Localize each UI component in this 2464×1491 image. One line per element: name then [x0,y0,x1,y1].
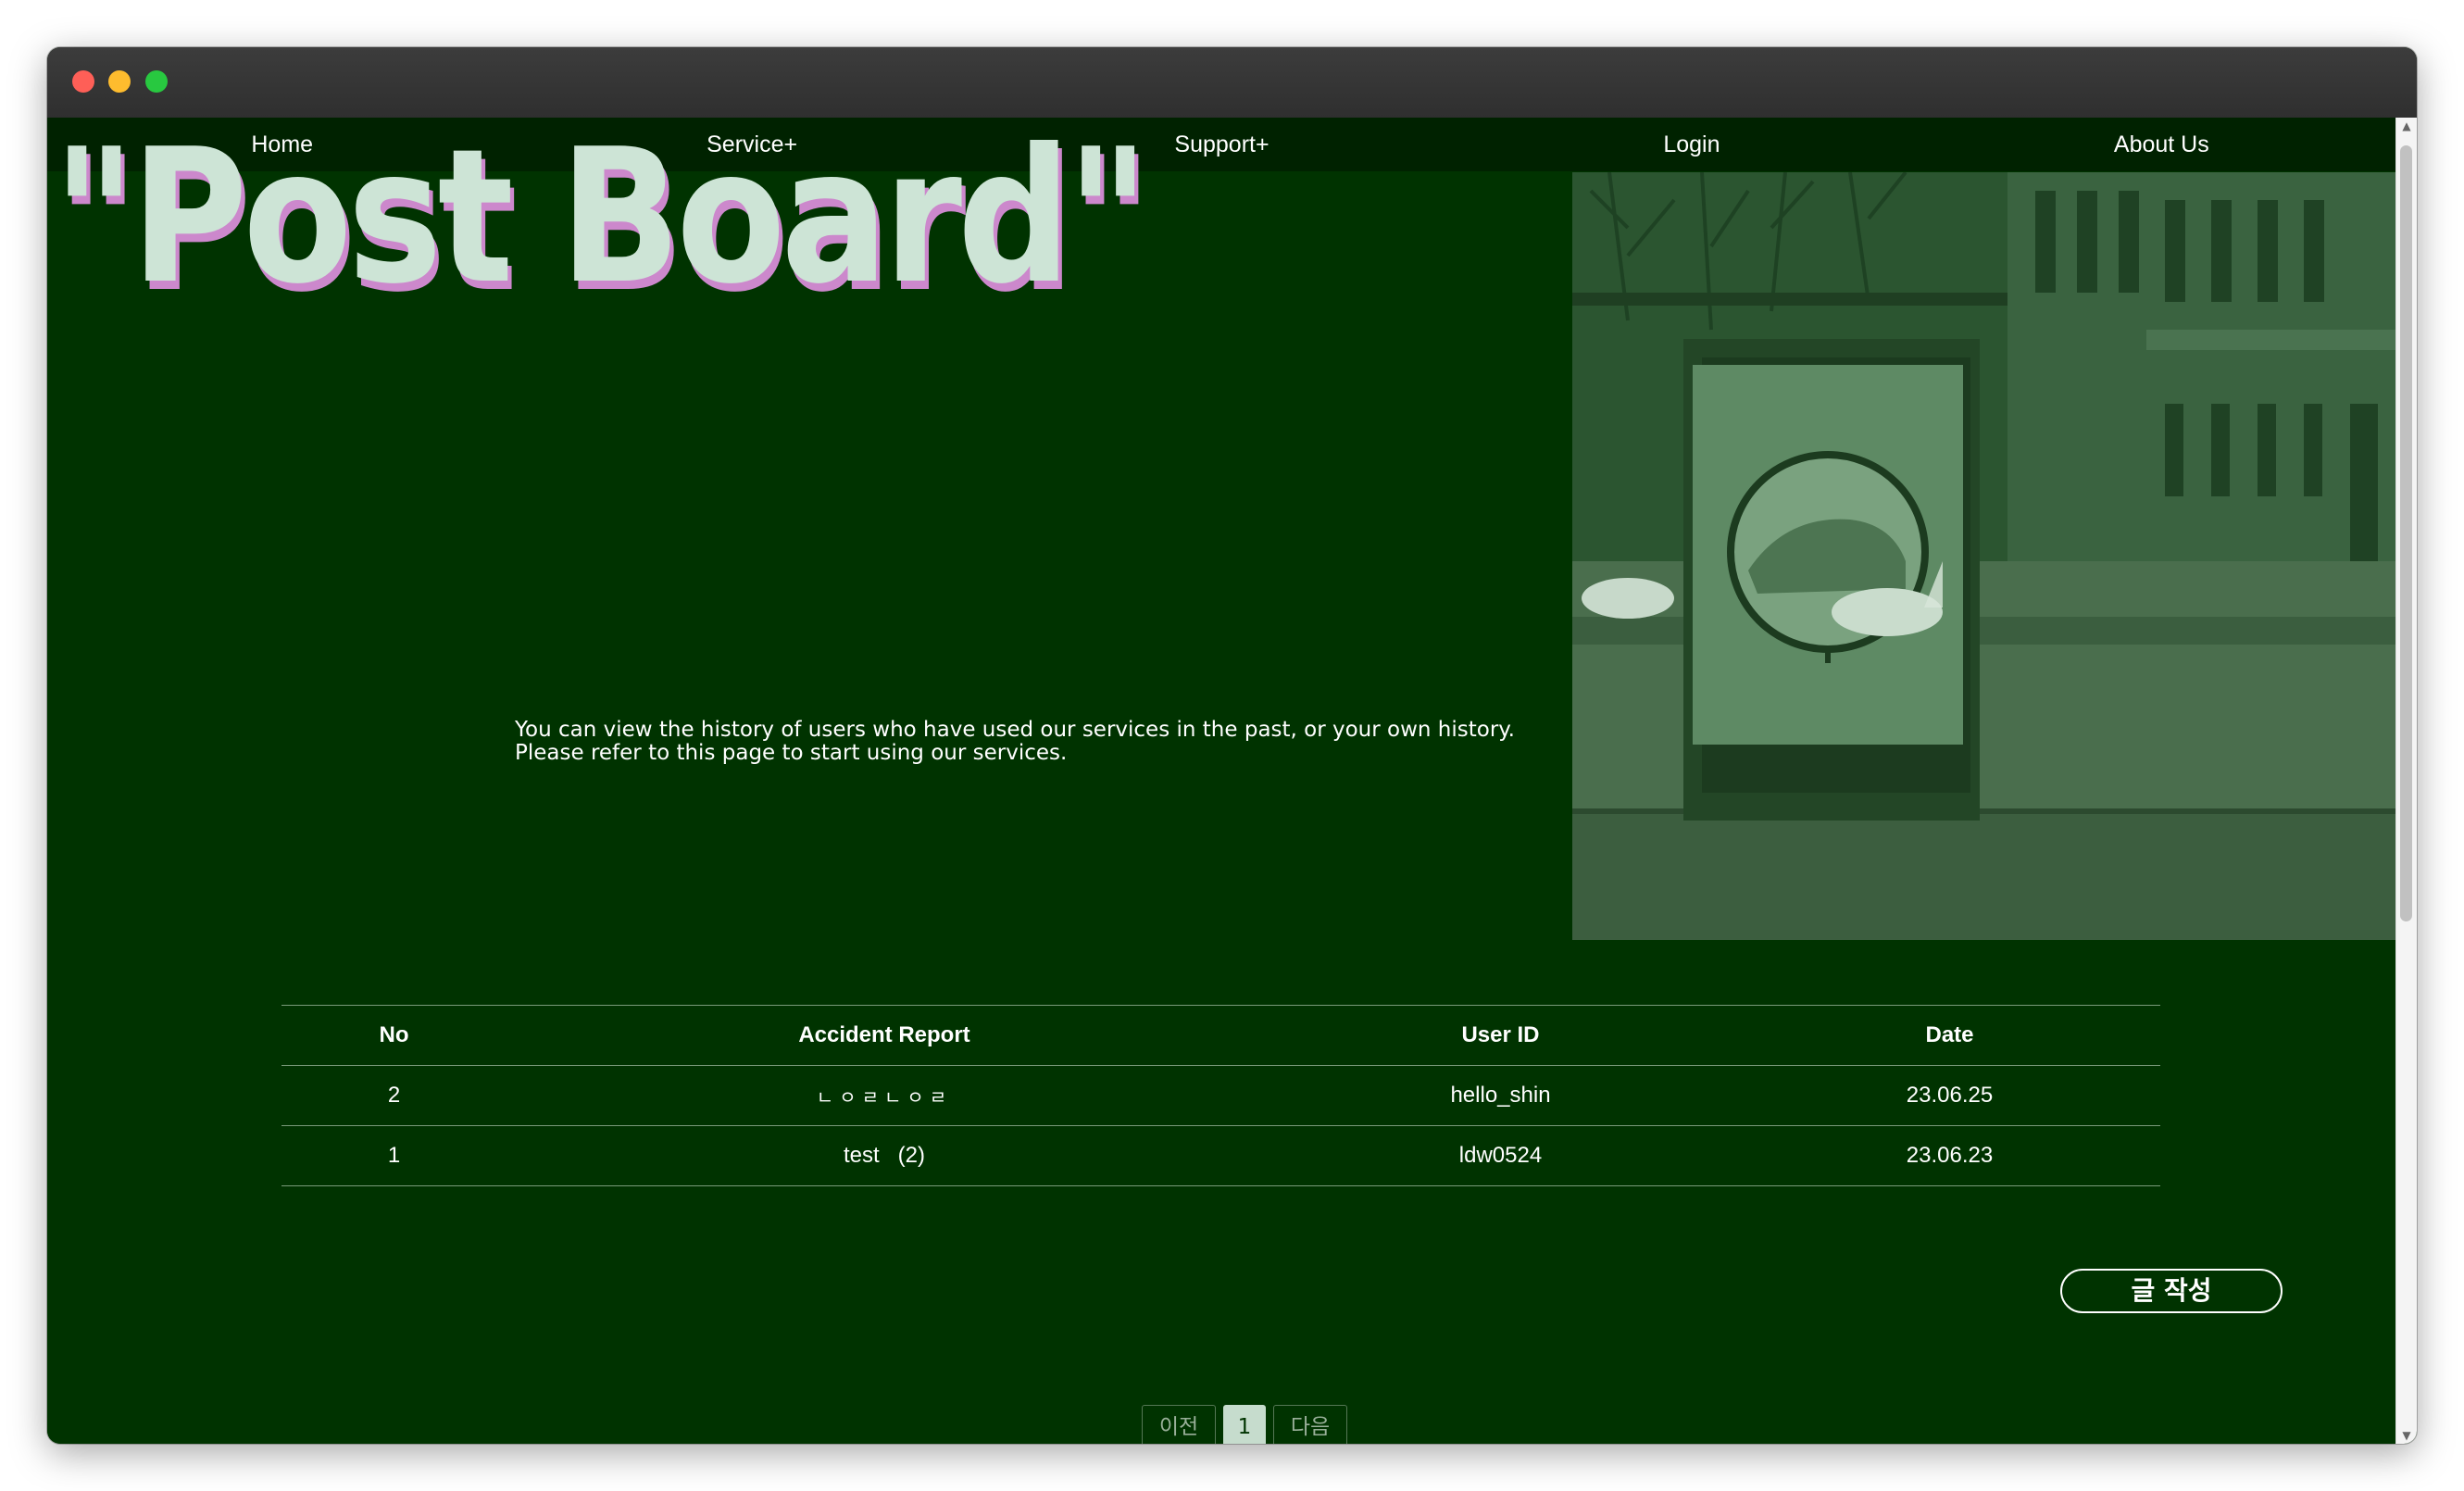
table-header-row: No Accident Report User ID Date [281,1005,2160,1066]
cell-date: 23.06.23 [1739,1125,2160,1186]
intro-line-2: Please refer to this page to start using… [515,741,1068,765]
page-title: "Post Board" [53,118,1149,325]
intro-text: You can view the history of users who ha… [515,719,1626,765]
close-window-button[interactable] [72,70,94,93]
browser-window: Home Service+ Support+ Login About Us "P… [47,47,2417,1444]
minimize-window-button[interactable] [108,70,131,93]
page-viewport: Home Service+ Support+ Login About Us "P… [47,118,2417,1444]
intro-line-1: You can view the history of users who ha… [515,718,1515,742]
cell-no: 2 [281,1065,507,1126]
cell-user-id: ldw0524 [1262,1125,1739,1186]
column-header-accident-report: Accident Report [507,1005,1262,1066]
cell-no: 1 [281,1125,507,1186]
table-row[interactable]: 1 test (2) ldw0524 23.06.23 [281,1125,2160,1186]
cell-title-link[interactable]: test (2) [507,1125,1262,1186]
hero-bus-stop-image [1572,172,2395,940]
bus-stop-illustration [1572,172,2395,940]
scrollbar-thumb[interactable] [2400,145,2412,921]
vertical-scrollbar[interactable]: ▲ ▼ [2395,118,2417,1444]
prev-page-button[interactable]: 이전 [1142,1405,1216,1444]
scroll-up-arrow-icon[interactable]: ▲ [2396,119,2417,132]
column-header-date: Date [1739,1005,2160,1066]
window-titlebar [47,47,2417,118]
scroll-down-arrow-icon[interactable]: ▼ [2396,1429,2417,1442]
table-row[interactable]: 2 ㄴㅇㄹㄴㅇㄹ hello_shin 23.06.25 [281,1065,2160,1126]
cell-user-id: hello_shin [1262,1065,1739,1126]
page-1-button[interactable]: 1 [1223,1405,1266,1444]
next-page-button[interactable]: 다음 [1273,1405,1347,1444]
nav-about-us[interactable]: About Us [1927,118,2396,171]
column-header-no: No [281,1005,507,1066]
pagination: 이전 1 다음 [1142,1405,1347,1444]
cell-date: 23.06.25 [1739,1065,2160,1126]
post-board-table: No Accident Report User ID Date 2 ㄴㅇㄹㄴㅇㄹ… [281,1005,2160,1186]
maximize-window-button[interactable] [145,70,168,93]
column-header-user-id: User ID [1262,1005,1739,1066]
cell-title-link[interactable]: ㄴㅇㄹㄴㅇㄹ [507,1065,1262,1126]
nav-login[interactable]: Login [1457,118,1926,171]
write-post-button[interactable]: 글 작성 [2060,1269,2283,1313]
